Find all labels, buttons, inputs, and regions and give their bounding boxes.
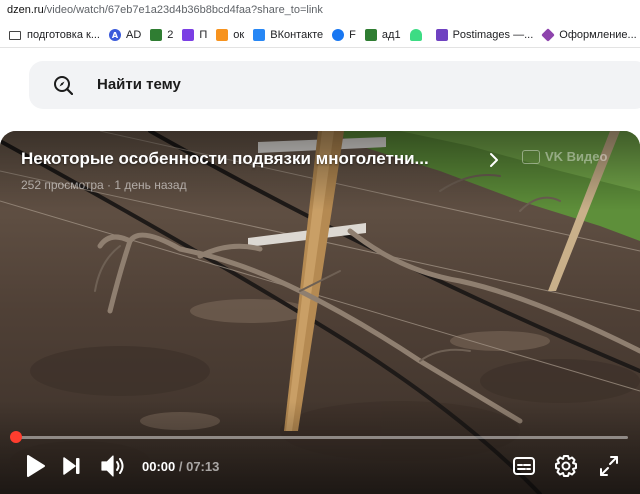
topic-search[interactable]: Найти тему bbox=[29, 61, 640, 109]
volume-icon[interactable] bbox=[100, 453, 126, 479]
bookmark-label: Postimages —... bbox=[452, 29, 534, 41]
bookmark-label: F bbox=[349, 29, 356, 41]
bookmark-ok[interactable]: ок bbox=[216, 25, 244, 45]
time-display: 00:00 / 07:13 bbox=[142, 459, 219, 474]
bookmark-podgotovka[interactable]: подготовка к... bbox=[9, 25, 100, 45]
bookmark-postimages[interactable]: Postimages —... bbox=[435, 25, 534, 45]
search-label: Найти тему bbox=[97, 76, 181, 93]
progress-bar[interactable] bbox=[16, 436, 628, 439]
odnoklassniki-icon bbox=[216, 29, 229, 41]
vk-icon bbox=[253, 29, 266, 41]
watermark-label: VK Видео bbox=[545, 149, 608, 164]
facebook-icon bbox=[332, 29, 345, 41]
progress-handle[interactable] bbox=[10, 431, 22, 443]
video-player[interactable]: Некоторые особенности подвязки многолетн… bbox=[0, 131, 640, 494]
bookmark-android[interactable] bbox=[409, 25, 427, 45]
cube-icon bbox=[541, 28, 556, 42]
ad-circle-icon: A bbox=[108, 29, 121, 41]
bookmark-ad[interactable]: A AD bbox=[108, 25, 142, 45]
bookmark-ad1[interactable]: ад1 bbox=[364, 25, 401, 45]
url-path: /video/watch/67eb7e1a23d4b36b8bcd4faa?sh… bbox=[43, 4, 323, 16]
bookmark-label: П bbox=[199, 29, 208, 41]
play-icon[interactable] bbox=[25, 453, 47, 479]
time-current: 00:00 bbox=[142, 459, 176, 474]
bookmark-2[interactable]: 2 bbox=[150, 25, 173, 45]
bookmark-label: ок bbox=[233, 29, 245, 41]
bookmark-label: подготовка к... bbox=[27, 29, 100, 41]
url-text[interactable]: dzen.ru/video/watch/67eb7e1a23d4b36b8bcd… bbox=[7, 4, 323, 16]
bookmark-label: AD bbox=[125, 29, 142, 41]
settings-icon[interactable] bbox=[554, 453, 578, 479]
bookmark-p[interactable]: П bbox=[182, 25, 207, 45]
next-icon[interactable] bbox=[62, 453, 82, 479]
video-title[interactable]: Некоторые особенности подвязки многолетн… bbox=[21, 149, 429, 169]
postimages-icon bbox=[435, 29, 448, 41]
bookmark-oformlenie[interactable]: Оформление... bbox=[541, 25, 637, 45]
address-bar[interactable]: dzen.ru/video/watch/67eb7e1a23d4b36b8bcd… bbox=[0, 0, 640, 22]
bookmark-f[interactable]: F bbox=[332, 25, 356, 45]
bookmark-label: Оформление... bbox=[559, 29, 637, 41]
time-total: 07:13 bbox=[186, 459, 220, 474]
bookmark-label: 2 bbox=[167, 29, 174, 41]
vk-video-logo-icon bbox=[522, 149, 540, 164]
image-bookmark-icon bbox=[150, 29, 163, 41]
android-icon bbox=[409, 29, 422, 41]
bookmark-vkontakte[interactable]: ВКонтакте bbox=[253, 25, 323, 45]
purple-bookmark-icon bbox=[182, 29, 195, 41]
bookmark-label: ад1 bbox=[381, 29, 401, 41]
bookmarks-bar: подготовка к... A AD 2 П ок ВКонтакте F а… bbox=[0, 23, 640, 48]
bookmark-label: ВКонтакте bbox=[270, 29, 324, 41]
vk-video-watermark: VK Видео bbox=[522, 149, 607, 164]
folder-icon bbox=[9, 30, 21, 40]
fullscreen-icon[interactable] bbox=[597, 453, 621, 479]
subtitles-icon[interactable] bbox=[512, 453, 536, 479]
image-bookmark-icon bbox=[364, 29, 377, 41]
compass-search-icon bbox=[54, 76, 73, 95]
video-meta: 252 просмотра · 1 день назад bbox=[21, 178, 187, 192]
time-separator: / bbox=[175, 459, 187, 474]
chevron-right-icon[interactable] bbox=[487, 151, 501, 169]
url-host: dzen.ru bbox=[7, 4, 44, 16]
